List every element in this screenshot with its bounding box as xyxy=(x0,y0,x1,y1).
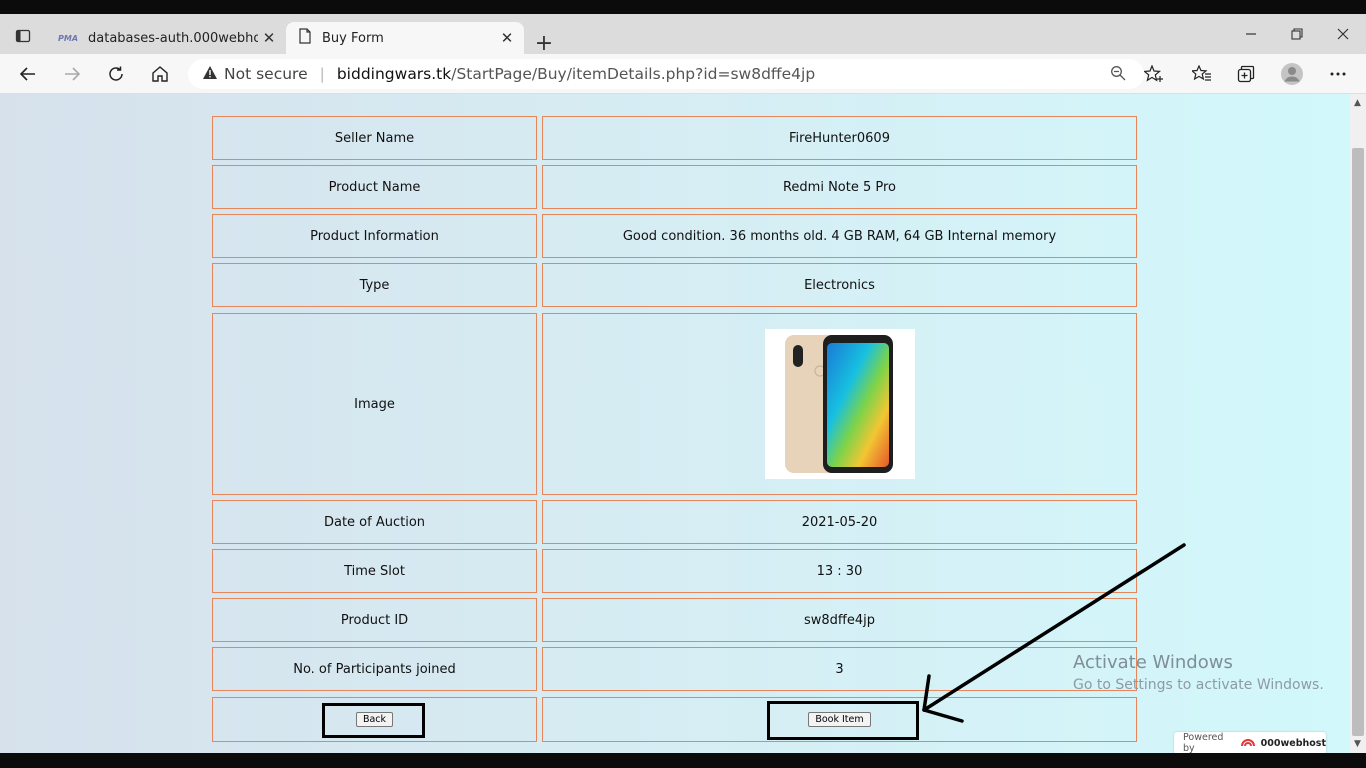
close-icon[interactable]: ✕ xyxy=(496,27,518,49)
address-bar[interactable]: Not secure | biddingwars.tk /StartPage/B… xyxy=(188,59,1144,89)
scrollbar-thumb[interactable] xyxy=(1352,148,1364,736)
tab-title: databases-auth.000webhost.com xyxy=(88,30,258,46)
back-arrow-icon[interactable] xyxy=(12,58,44,90)
window-bottom-edge xyxy=(0,753,1366,768)
page-content: Seller Name FireHunter0609 Product Name … xyxy=(0,94,1350,753)
powered-by-badge[interactable]: Powered by 000webhost xyxy=(1174,732,1326,753)
security-label[interactable]: Not secure xyxy=(224,65,308,83)
tab-title: Buy Form xyxy=(322,30,384,46)
000webhost-logo-icon xyxy=(1240,736,1255,751)
page-icon xyxy=(298,28,312,48)
minimize-icon[interactable] xyxy=(1228,14,1274,54)
close-icon[interactable]: ✕ xyxy=(258,27,280,49)
home-icon[interactable] xyxy=(144,58,176,90)
tab-databases[interactable]: PMA databases-auth.000webhost.com ✕ xyxy=(48,22,286,54)
tab-buy-form[interactable]: Buy Form ✕ xyxy=(286,22,524,54)
restore-icon[interactable] xyxy=(1274,14,1320,54)
window-top-edge xyxy=(0,0,1366,14)
annotation-arrow-icon xyxy=(922,543,1186,723)
collections-icon[interactable] xyxy=(1230,58,1262,90)
scroll-down-icon[interactable]: ▼ xyxy=(1354,739,1361,749)
navigation-bar: Not secure | biddingwars.tk /StartPage/B… xyxy=(0,54,1366,94)
page-scrollbar[interactable]: ▲ ▼ xyxy=(1350,94,1366,753)
tab-actions-icon[interactable] xyxy=(10,23,36,49)
powered-by-label: Powered by xyxy=(1183,732,1224,753)
powered-by-brand: 000webhost xyxy=(1260,737,1326,749)
profile-avatar-icon[interactable] xyxy=(1276,58,1308,90)
add-favorite-icon[interactable] xyxy=(1138,58,1170,90)
scroll-up-icon[interactable]: ▲ xyxy=(1354,98,1361,108)
address-separator: | xyxy=(319,65,325,83)
phpmyadmin-icon: PMA xyxy=(58,33,79,43)
tab-strip: PMA databases-auth.000webhost.com ✕ Buy … xyxy=(0,14,1366,57)
more-options-icon[interactable] xyxy=(1322,58,1354,90)
warning-icon[interactable] xyxy=(202,65,218,84)
url-host: biddingwars.tk xyxy=(336,65,452,83)
forward-arrow-icon[interactable] xyxy=(56,58,88,90)
new-tab-button[interactable]: + xyxy=(530,29,558,57)
zoom-icon[interactable] xyxy=(1110,65,1126,85)
close-window-icon[interactable] xyxy=(1320,14,1366,54)
favorites-icon[interactable] xyxy=(1186,58,1218,90)
url-path: /StartPage/Buy/itemDetails.php?id=sw8dff… xyxy=(451,65,816,83)
refresh-icon[interactable] xyxy=(100,58,132,90)
